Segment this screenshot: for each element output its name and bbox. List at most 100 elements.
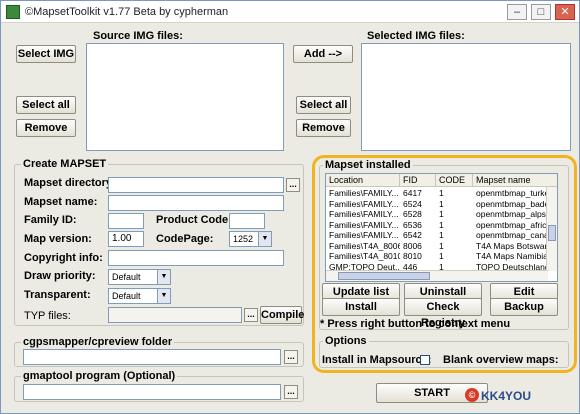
list-cell-location: Families\FAMILY...	[329, 230, 399, 240]
cgpsmapper-field[interactable]	[23, 349, 281, 365]
draw-priority-value: Default	[112, 272, 141, 282]
copyright-info-field[interactable]	[108, 250, 284, 266]
list-item[interactable]: Families\FAMILY... 6542 1 openmtbmap_canar	[326, 230, 548, 241]
mapset-installed-label: Mapset installed	[323, 159, 413, 171]
list-cell-location: Families\T4A_8006	[329, 240, 400, 251]
blank-overview-label: Blank overview maps:	[443, 354, 559, 366]
column-mapset-name[interactable]: Mapset name	[473, 174, 557, 187]
install-in-mapsource-checkbox[interactable]	[420, 355, 430, 365]
map-version-label: Map version:	[24, 233, 92, 245]
context-menu-hint: * Press right button to context menu	[320, 318, 511, 330]
source-img-label: Source IMG files:	[93, 30, 183, 42]
chevron-down-icon: ▼	[157, 289, 170, 303]
codepage-value: 1252	[233, 234, 254, 244]
app-icon	[6, 5, 20, 19]
gmaptool-label: gmaptool program (Optional)	[21, 370, 178, 382]
source-remove-button[interactable]: Remove	[16, 119, 76, 137]
codepage-select[interactable]: 1252 ▼	[229, 231, 272, 247]
list-cell-code: 1	[439, 219, 444, 230]
chevron-down-icon: ▼	[157, 270, 170, 284]
list-cell-location: Families\FAMILY...	[329, 209, 399, 219]
list-cell-location: Families\T4A_8010	[329, 251, 400, 261]
list-vertical-scrollbar[interactable]	[546, 187, 557, 271]
gmaptool-browse-button[interactable]: ...	[284, 385, 298, 399]
maximize-icon[interactable]: □	[531, 4, 551, 20]
mapset-directory-label: Mapset directory:	[24, 177, 116, 189]
gmaptool-field[interactable]	[23, 384, 281, 400]
list-item[interactable]: Families\FAMILY... 6536 1 openmtbmap_africa	[326, 220, 548, 231]
typ-files-browse-button[interactable]: ...	[244, 308, 258, 322]
transparent-value: Default	[112, 291, 141, 301]
column-location[interactable]: Location	[326, 174, 400, 187]
check-registry-button[interactable]: Check Registry	[404, 298, 482, 329]
source-select-all-button[interactable]: Select all	[16, 96, 76, 114]
add-button[interactable]: Add -->	[293, 45, 353, 63]
list-cell-name: openmtbmap_africa	[476, 219, 548, 230]
list-cell-location: Families\FAMILY...	[329, 188, 399, 198]
list-item[interactable]: Families\FAMILY... 6524 1 openmtbmap_baden	[326, 199, 548, 210]
copyright-info-label: Copyright info:	[24, 252, 103, 264]
list-header: Location FID CODE Mapset name	[326, 174, 557, 187]
list-cell-code: 1	[439, 230, 444, 240]
watermark-text: KK4YOU	[481, 389, 532, 403]
options-label: Options	[323, 335, 369, 347]
select-img-button[interactable]: Select IMG	[16, 45, 76, 63]
list-horizontal-scrollbar[interactable]	[326, 270, 548, 281]
list-cell-code: 1	[439, 198, 444, 209]
list-cell-name: openmtbmap_turkey	[476, 188, 548, 198]
list-item[interactable]: Families\T4A_8006 8006 1 T4A Maps Botswan	[326, 241, 548, 252]
column-fid[interactable]: FID	[400, 174, 436, 187]
mapset-directory-browse-button[interactable]: ...	[286, 178, 300, 192]
list-cell-fid: 8006	[403, 240, 422, 251]
selected-img-list[interactable]	[361, 43, 571, 151]
close-icon[interactable]: ✕	[555, 4, 575, 20]
list-cell-name: openmtbmap_canar	[476, 230, 548, 240]
list-cell-fid: 6528	[403, 209, 422, 219]
list-cell-name: T4A Maps Namibia	[476, 251, 548, 261]
list-cell-name: T4A Maps Botswan	[476, 240, 548, 251]
family-id-field[interactable]	[108, 213, 144, 229]
list-cell-fid: 6524	[403, 198, 422, 209]
draw-priority-select[interactable]: Default ▼	[108, 269, 171, 285]
source-img-list[interactable]	[86, 43, 284, 151]
list-item[interactable]: Families\FAMILY... 6528 1 openmtbmap_alps_	[326, 209, 548, 220]
codepage-label: CodePage:	[156, 233, 214, 245]
minimize-icon[interactable]: –	[507, 4, 527, 20]
product-code-field[interactable]	[229, 213, 265, 229]
selected-select-all-button[interactable]: Select all	[296, 96, 351, 114]
mapset-installed-list[interactable]: Location FID CODE Mapset name Families\F…	[325, 173, 558, 282]
transparent-select[interactable]: Default ▼	[108, 288, 171, 304]
selected-remove-button[interactable]: Remove	[296, 119, 351, 137]
scroll-thumb[interactable]	[338, 272, 430, 280]
create-mapset-label: Create MAPSET	[21, 158, 109, 170]
selected-img-label: Selected IMG files:	[367, 30, 465, 42]
list-cell-name: openmtbmap_baden	[476, 198, 548, 209]
mapset-name-label: Mapset name:	[24, 196, 98, 208]
mapset-name-field[interactable]	[108, 195, 284, 211]
watermark-icon: ©	[465, 388, 479, 402]
list-cell-code: 1	[439, 209, 444, 219]
window-title: ©MapsetToolkit v1.77 Beta by cypherman	[25, 6, 229, 18]
install-button[interactable]: Install	[322, 298, 400, 316]
cgpsmapper-browse-button[interactable]: ...	[284, 350, 298, 364]
list-cell-location: Families\FAMILY...	[329, 198, 399, 209]
scroll-thumb[interactable]	[548, 225, 556, 241]
list-cell-fid: 6417	[403, 188, 422, 198]
list-item[interactable]: Families\T4A_8010 8010 1 T4A Maps Namibia	[326, 251, 548, 262]
list-item[interactable]: Families\FAMILY... 6417 1 openmtbmap_turkey	[326, 188, 548, 199]
typ-files-label: TYP files:	[24, 310, 71, 322]
product-code-label: Product Code:	[156, 214, 232, 226]
list-cell-fid: 6542	[403, 230, 422, 240]
list-cell-code: 1	[439, 188, 444, 198]
list-cell-fid: 6536	[403, 219, 422, 230]
mapset-directory-field[interactable]	[108, 177, 284, 193]
map-version-field[interactable]: 1.00	[108, 231, 144, 247]
typ-files-field[interactable]	[108, 307, 242, 323]
backup-button[interactable]: Backup	[490, 298, 558, 316]
list-cell-code: 1	[439, 240, 444, 251]
family-id-label: Family ID:	[24, 214, 77, 226]
compile-button[interactable]: Compile	[260, 306, 304, 324]
column-code[interactable]: CODE	[436, 174, 473, 187]
list-cell-location: Families\FAMILY...	[329, 219, 399, 230]
cgpsmapper-label: cgpsmapper/cpreview folder	[21, 336, 175, 348]
